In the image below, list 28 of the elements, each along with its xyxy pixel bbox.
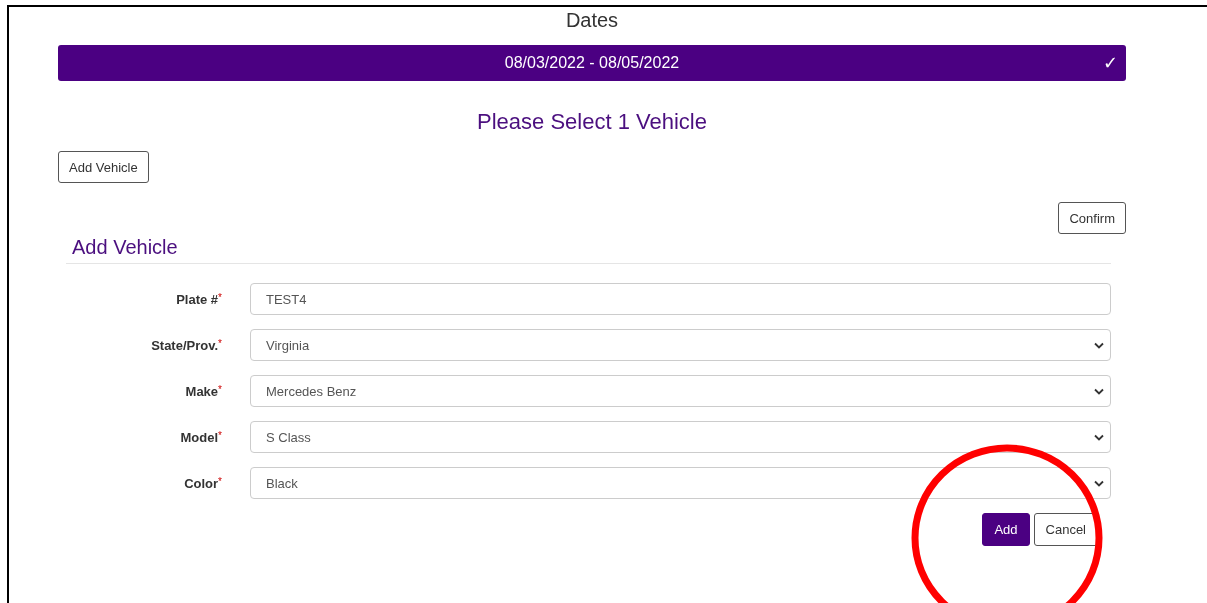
- required-mark: *: [218, 337, 222, 349]
- cancel-button[interactable]: Cancel: [1033, 513, 1098, 546]
- field-label: Color: [184, 475, 219, 491]
- required-mark: *: [218, 383, 222, 395]
- add-vehicle-button[interactable]: Add Vehicle: [58, 151, 149, 183]
- page-heading: Please Select 1 Vehicle: [476, 109, 708, 136]
- section-title: Dates: [564, 8, 620, 33]
- field-label: Make: [185, 383, 219, 399]
- add-button[interactable]: Add: [982, 513, 1030, 546]
- field-label: State/Prov.: [151, 337, 219, 353]
- dropdown[interactable]: Mercedes Benz: [250, 375, 1111, 407]
- confirm-button[interactable]: Confirm: [1058, 202, 1126, 234]
- dropdown[interactable]: Virginia: [250, 329, 1111, 361]
- required-mark: *: [218, 475, 222, 487]
- form-title: Add Vehicle: [66, 236, 1111, 264]
- input-field[interactable]: TEST4: [250, 283, 1111, 315]
- chevron-icon: [1094, 433, 1104, 441]
- field-label: Plate #: [176, 291, 219, 307]
- dropdown[interactable]: Black: [250, 467, 1111, 499]
- date-range-bar[interactable]: 08/03/2022 - 08/05/2022 ✓: [58, 45, 1126, 81]
- required-mark: *: [218, 291, 222, 303]
- check-icon: ✓: [1103, 52, 1118, 74]
- field-label: Model: [180, 429, 219, 445]
- chevron-icon: [1094, 479, 1104, 487]
- dropdown[interactable]: S Class: [250, 421, 1111, 453]
- chevron-icon: [1094, 341, 1104, 349]
- required-mark: *: [218, 429, 222, 441]
- chevron-icon: [1094, 387, 1104, 395]
